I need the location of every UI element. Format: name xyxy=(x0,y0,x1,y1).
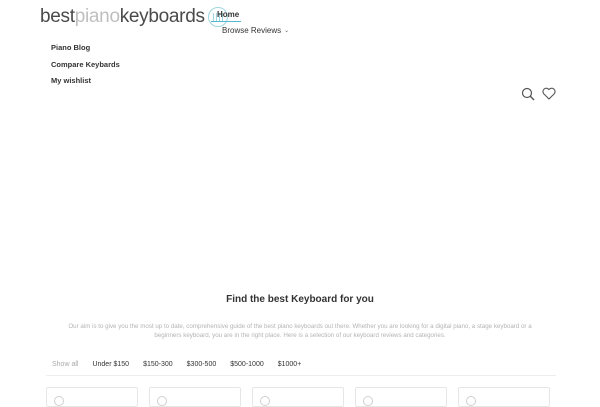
product-card-grid xyxy=(46,387,550,407)
logo-word-keyboards: keyboards xyxy=(119,6,205,27)
card-icon xyxy=(466,396,476,406)
search-icon[interactable] xyxy=(521,87,535,101)
filter-150-300[interactable]: $150-300 xyxy=(143,361,173,368)
card-icon xyxy=(157,396,167,406)
filter-1000-plus[interactable]: $1000+ xyxy=(278,361,302,368)
nav-browse-reviews-label: Browse Reviews xyxy=(222,26,282,35)
card-icon xyxy=(260,396,270,406)
site-logo[interactable]: bestpianokeyboards xyxy=(40,6,228,28)
nav-home-link[interactable]: Home xyxy=(217,10,239,19)
card-icon xyxy=(363,396,373,406)
filter-500-1000[interactable]: $500-1000 xyxy=(230,361,263,368)
nav-compare-keyboards-link[interactable]: Compare Keybards xyxy=(51,60,120,77)
product-card[interactable] xyxy=(46,387,138,407)
logo-text: bestpianokeyboards xyxy=(40,6,205,28)
logo-word-piano: piano xyxy=(74,6,120,27)
filter-divider xyxy=(46,375,556,376)
intro-text: Our aim is to give you the most up to da… xyxy=(68,323,532,339)
filter-300-500[interactable]: $300-500 xyxy=(187,361,217,368)
logo-word-best: best xyxy=(40,6,75,27)
chevron-down-icon: ⌄ xyxy=(284,28,290,34)
secondary-nav: Piano Blog Compare Keybards My wishlist xyxy=(51,43,120,93)
nav-piano-blog-link[interactable]: Piano Blog xyxy=(51,43,120,60)
card-icon xyxy=(54,396,64,406)
product-card[interactable] xyxy=(355,387,447,407)
filter-under-150[interactable]: Under $150 xyxy=(92,361,129,368)
nav-wishlist-link[interactable]: My wishlist xyxy=(51,76,120,93)
product-card[interactable] xyxy=(252,387,344,407)
heart-icon[interactable] xyxy=(542,87,556,100)
product-card[interactable] xyxy=(458,387,550,407)
filter-show-all[interactable]: Show all xyxy=(52,361,78,368)
nav-home-active-underline xyxy=(211,21,241,22)
page-title: Find the best Keyboard for you xyxy=(226,294,374,305)
price-filter-bar: Show all Under $150 $150-300 $300-500 $5… xyxy=(52,361,315,368)
nav-browse-reviews[interactable]: Browse Reviews ⌄ xyxy=(222,26,289,35)
product-card[interactable] xyxy=(149,387,241,407)
